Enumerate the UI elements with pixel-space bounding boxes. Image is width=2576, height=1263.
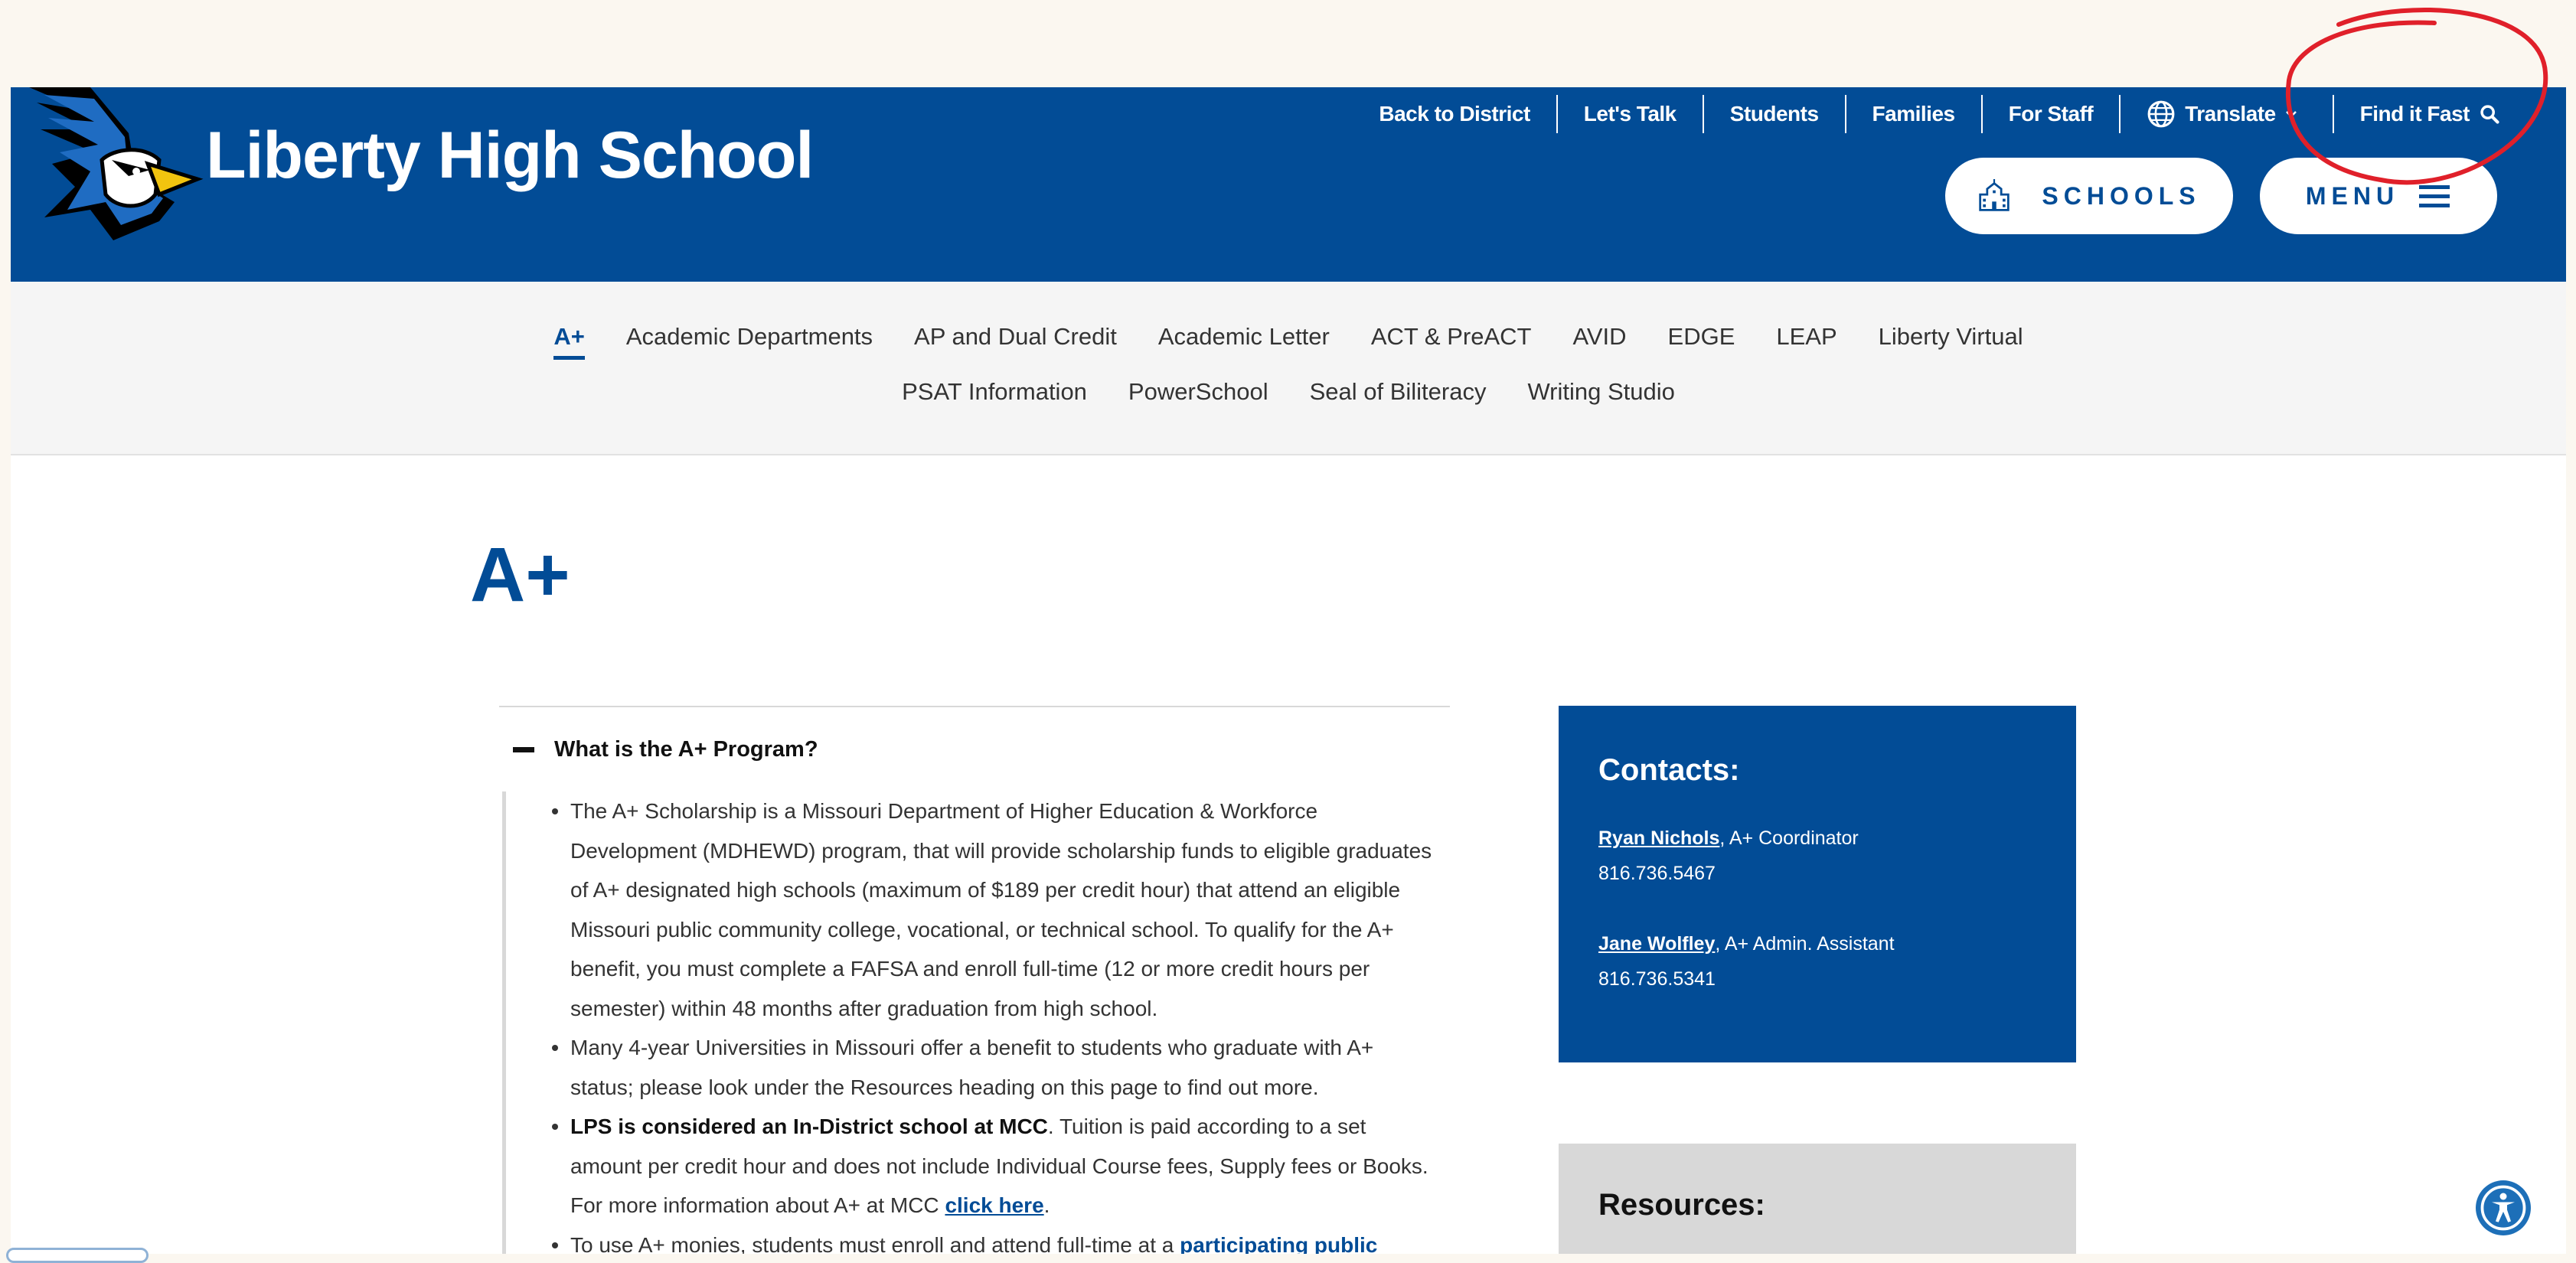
site-title[interactable]: Liberty High School: [206, 118, 814, 194]
subnav-item-writing-studio[interactable]: Writing Studio: [1507, 377, 1695, 415]
bullet-text: To use A+ monies, students must enroll a…: [570, 1232, 1180, 1255]
utility-link-students[interactable]: Students: [1702, 95, 1845, 133]
list-item: Many 4-year Universities in Missouri off…: [552, 1028, 1435, 1107]
contacts-box: Contacts: Ryan Nichols, A+ Coordinator 8…: [1559, 706, 2076, 1062]
find-it-fast-label: Find it Fast: [2359, 102, 2470, 126]
subnav-item-academic-letter[interactable]: Academic Letter: [1138, 321, 1350, 360]
contact-ryan-nichols: Ryan Nichols, A+ Coordinator 816.736.546…: [1598, 821, 1859, 891]
search-icon: [2480, 105, 2499, 124]
contact-phone[interactable]: 816.736.5341: [1598, 961, 1895, 997]
accordion-heading: What is the A+ Program?: [554, 736, 818, 762]
contact-role: , A+ Admin. Assistant: [1715, 933, 1895, 955]
bullet-text-end: .: [1043, 1193, 1050, 1217]
subnav-item-seal-of-biliteracy[interactable]: Seal of Biliteracy: [1289, 377, 1507, 415]
accessibility-icon: [2480, 1185, 2526, 1231]
subnav-item-a-plus[interactable]: A+: [533, 321, 606, 360]
list-item: LPS is considered an In-District school …: [552, 1107, 1435, 1225]
contact-role: , A+ Coordinator: [1719, 827, 1859, 849]
list-item: The A+ Scholarship is a Missouri Departm…: [552, 791, 1435, 1028]
bluejay-logo[interactable]: [21, 87, 205, 240]
bullet-bold-text: LPS is considered an In-District school …: [570, 1115, 1048, 1138]
bullet-text: Many 4-year Universities in Missouri off…: [570, 1036, 1374, 1099]
accordion-header[interactable]: What is the A+ Program?: [499, 707, 1450, 791]
globe-icon: [2147, 100, 2175, 128]
bullet-text: The A+ Scholarship is a Missouri Departm…: [570, 799, 1432, 1020]
accordion-a-plus-program: What is the A+ Program? The A+ Scholarsh…: [499, 706, 1450, 1254]
page-frame: Liberty High School Back to District Let…: [11, 87, 2566, 1254]
subnav-item-ap-dual-credit[interactable]: AP and Dual Credit: [893, 321, 1138, 360]
schools-label: SCHOOLS: [2042, 181, 2201, 210]
subnav-item-powerschool[interactable]: PowerSchool: [1108, 377, 1289, 415]
mcc-click-here-link[interactable]: click here: [945, 1193, 1043, 1217]
site-header: Liberty High School Back to District Let…: [11, 87, 2566, 282]
contact-name-link[interactable]: Ryan Nichols: [1598, 827, 1719, 849]
chevron-down-icon: [2285, 111, 2297, 118]
subnav-row-1: A+ Academic Departments AP and Dual Cred…: [11, 321, 2566, 360]
school-building-icon: [1979, 179, 2010, 211]
contacts-heading: Contacts:: [1598, 753, 1740, 787]
menu-label: MENU: [2305, 181, 2400, 210]
utility-nav: Back to District Let's Talk Students Fam…: [1353, 87, 2535, 141]
page-title: A+: [470, 532, 570, 618]
subnav-row-2: PSAT Information PowerSchool Seal of Bil…: [11, 377, 2566, 415]
utility-link-for-staff[interactable]: For Staff: [1980, 95, 2120, 133]
bottom-tab-stub[interactable]: [6, 1248, 149, 1263]
subnav-item-leap[interactable]: LEAP: [1755, 321, 1857, 360]
menu-button[interactable]: MENU: [2260, 158, 2497, 234]
participating-public-link[interactable]: participating public: [1180, 1233, 1377, 1255]
subnav-item-edge[interactable]: EDGE: [1647, 321, 1756, 360]
section-subnav: A+ Academic Departments AP and Dual Cred…: [11, 282, 2566, 455]
list-item: To use A+ monies, students must enroll a…: [552, 1225, 1435, 1255]
subnav-item-liberty-virtual[interactable]: Liberty Virtual: [1858, 321, 2044, 360]
translate-label: Translate: [2185, 102, 2276, 126]
contact-jane-wolfley: Jane Wolfley, A+ Admin. Assistant 816.73…: [1598, 926, 1895, 997]
find-it-fast-button[interactable]: Find it Fast: [2332, 95, 2535, 133]
schools-button[interactable]: SCHOOLS: [1945, 158, 2233, 234]
accordion-body: The A+ Scholarship is a Missouri Departm…: [502, 791, 1450, 1254]
accessibility-button[interactable]: [2476, 1180, 2531, 1235]
utility-link-families[interactable]: Families: [1844, 95, 1981, 133]
contact-name-link[interactable]: Jane Wolfley: [1598, 933, 1715, 955]
utility-link-back-to-district[interactable]: Back to District: [1353, 95, 1556, 133]
resources-heading: Resources:: [1598, 1188, 1765, 1222]
subnav-item-act-preact[interactable]: ACT & PreACT: [1350, 321, 1552, 360]
subnav-item-avid[interactable]: AVID: [1552, 321, 1647, 360]
utility-link-lets-talk[interactable]: Let's Talk: [1556, 95, 1703, 133]
subnav-item-academic-departments[interactable]: Academic Departments: [606, 321, 893, 360]
resources-box: Resources:: [1559, 1144, 2076, 1254]
translate-button[interactable]: Translate: [2119, 95, 2332, 133]
minus-icon: [513, 746, 534, 752]
subnav-item-psat-information[interactable]: PSAT Information: [881, 377, 1108, 415]
hamburger-icon: [2419, 185, 2450, 207]
contact-phone[interactable]: 816.736.5467: [1598, 856, 1859, 891]
